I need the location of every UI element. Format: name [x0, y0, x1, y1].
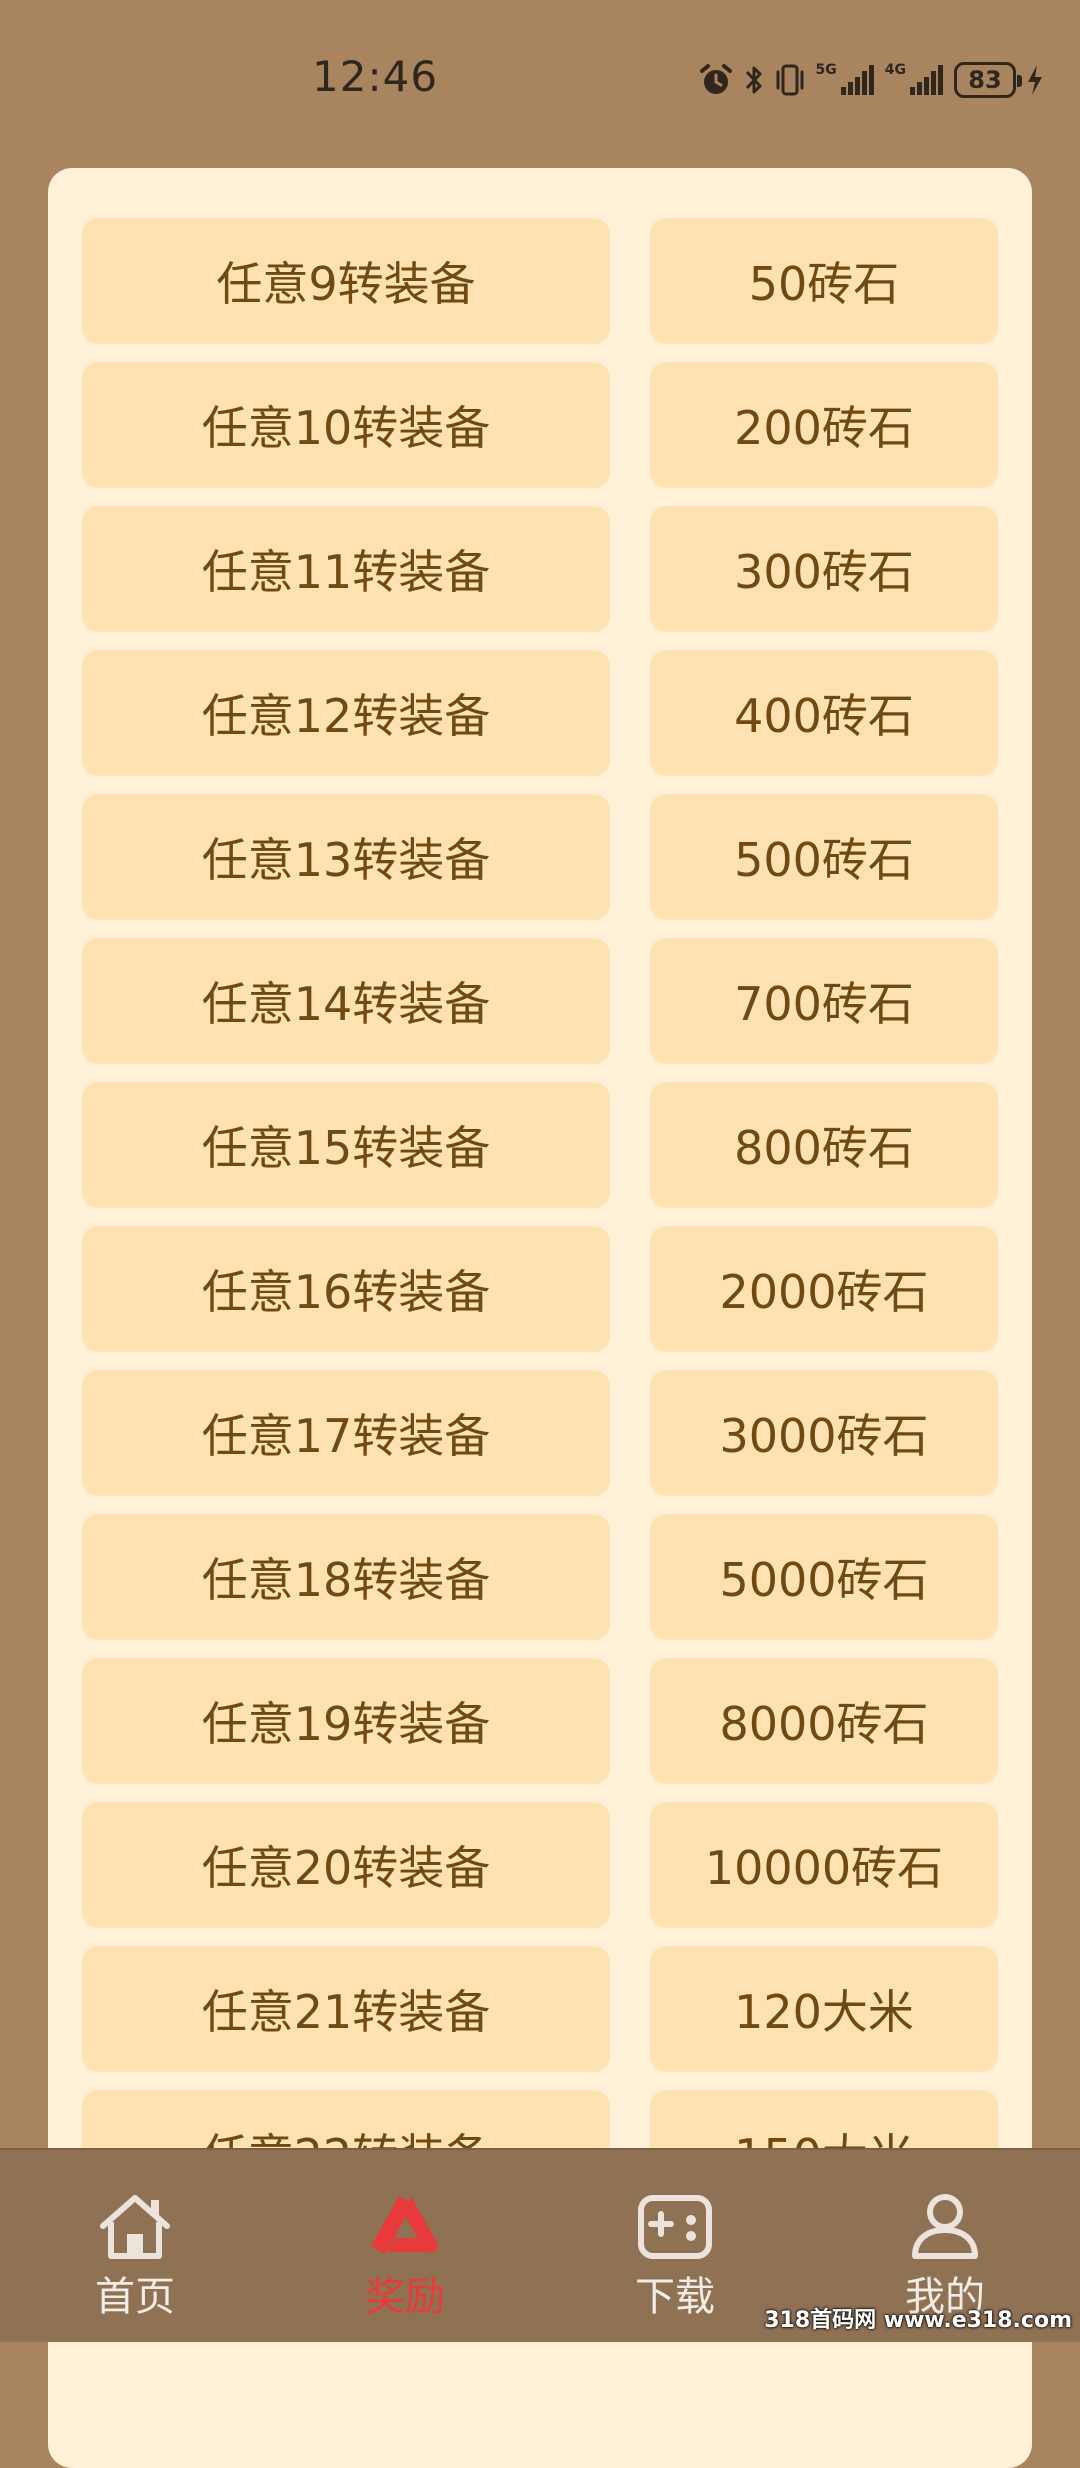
reward-item-price[interactable]: 700砖石 — [650, 938, 998, 1064]
bluetooth-icon — [744, 62, 764, 98]
reward-item-price[interactable]: 3000砖石 — [650, 1370, 998, 1496]
reward-card: 任意9转装备 50砖石 任意10转装备 200砖石 任意11转装备 300砖石 任意12转装… — [48, 168, 1032, 2468]
battery-icon: 83 — [954, 62, 1022, 98]
reward-item-price[interactable]: 120大米 — [650, 1946, 998, 2072]
reward-icon — [365, 2190, 445, 2262]
reward-row: 任意17转装备 3000砖石 — [82, 1370, 998, 1496]
reward-row: 任意10转装备 200砖石 — [82, 362, 998, 488]
reward-item-name[interactable]: 任意13转装备 — [82, 794, 610, 920]
vibrate-icon — [774, 62, 806, 98]
signal-icon — [910, 65, 944, 95]
reward-row: 任意20转装备 10000砖石 — [82, 1802, 998, 1928]
reward-item-price[interactable]: 10000砖石 — [650, 1802, 998, 1928]
reward-item-price[interactable]: 50砖石 — [650, 218, 998, 344]
reward-item-price[interactable]: 200砖石 — [650, 362, 998, 488]
reward-row: 任意16转装备 2000砖石 — [82, 1226, 998, 1352]
reward-item-name[interactable]: 任意21转装备 — [82, 1946, 610, 2072]
gamepad-icon — [635, 2190, 715, 2262]
network-5g-label: 5G — [815, 62, 837, 78]
reward-item-name[interactable]: 任意11转装备 — [82, 506, 610, 632]
reward-item-price[interactable]: 500砖石 — [650, 794, 998, 920]
nav-label-download: 下载 — [635, 2274, 715, 2320]
status-bar: 12:46 5G 4G 83 — [0, 0, 1080, 160]
home-icon — [95, 2190, 175, 2262]
watermark: 318首码网 www.e318.com — [764, 2308, 1072, 2333]
reward-row: 任意19转装备 8000砖石 — [82, 1658, 998, 1784]
reward-row: 任意21转装备 120大米 — [82, 1946, 998, 2072]
reward-item-name[interactable]: 任意17转装备 — [82, 1370, 610, 1496]
nav-item-home[interactable]: 首页 — [0, 2150, 270, 2342]
reward-item-name[interactable]: 任意19转装备 — [82, 1658, 610, 1784]
reward-item-name[interactable]: 任意14转装备 — [82, 938, 610, 1064]
status-icons: 5G 4G 83 — [698, 58, 1044, 102]
signal-icon — [840, 65, 875, 95]
reward-item-name[interactable]: 任意12转装备 — [82, 650, 610, 776]
reward-item-price[interactable]: 300砖石 — [650, 506, 998, 632]
alarm-icon — [698, 62, 734, 98]
charging-icon — [1026, 63, 1044, 97]
reward-item-price[interactable]: 5000砖石 — [650, 1514, 998, 1640]
reward-row: 任意12转装备 400砖石 — [82, 650, 998, 776]
user-icon — [905, 2190, 985, 2262]
reward-item-name[interactable]: 任意9转装备 — [82, 218, 610, 344]
reward-item-price[interactable]: 2000砖石 — [650, 1226, 998, 1352]
network-4g-label: 4G — [884, 62, 906, 78]
reward-item-name[interactable]: 任意15转装备 — [82, 1082, 610, 1208]
reward-item-name[interactable]: 任意18转装备 — [82, 1514, 610, 1640]
reward-list: 任意9转装备 50砖石 任意10转装备 200砖石 任意11转装备 300砖石 任意12转装… — [82, 218, 998, 2234]
nav-item-reward[interactable]: 奖励 — [270, 2150, 540, 2342]
battery-level: 83 — [968, 66, 1002, 94]
reward-row: 任意9转装备 50砖石 — [82, 218, 998, 344]
nav-label-home: 首页 — [95, 2274, 175, 2320]
nav-label-reward: 奖励 — [365, 2274, 445, 2320]
reward-item-price[interactable]: 8000砖石 — [650, 1658, 998, 1784]
reward-row: 任意15转装备 800砖石 — [82, 1082, 998, 1208]
reward-item-name[interactable]: 任意20转装备 — [82, 1802, 610, 1928]
reward-row: 任意11转装备 300砖石 — [82, 506, 998, 632]
reward-row: 任意13转装备 500砖石 — [82, 794, 998, 920]
reward-item-price[interactable]: 400砖石 — [650, 650, 998, 776]
status-time: 12:46 — [312, 52, 439, 101]
reward-item-name[interactable]: 任意16转装备 — [82, 1226, 610, 1352]
reward-item-price[interactable]: 800砖石 — [650, 1082, 998, 1208]
reward-row: 任意14转装备 700砖石 — [82, 938, 998, 1064]
reward-row: 任意18转装备 5000砖石 — [82, 1514, 998, 1640]
reward-item-name[interactable]: 任意10转装备 — [82, 362, 610, 488]
